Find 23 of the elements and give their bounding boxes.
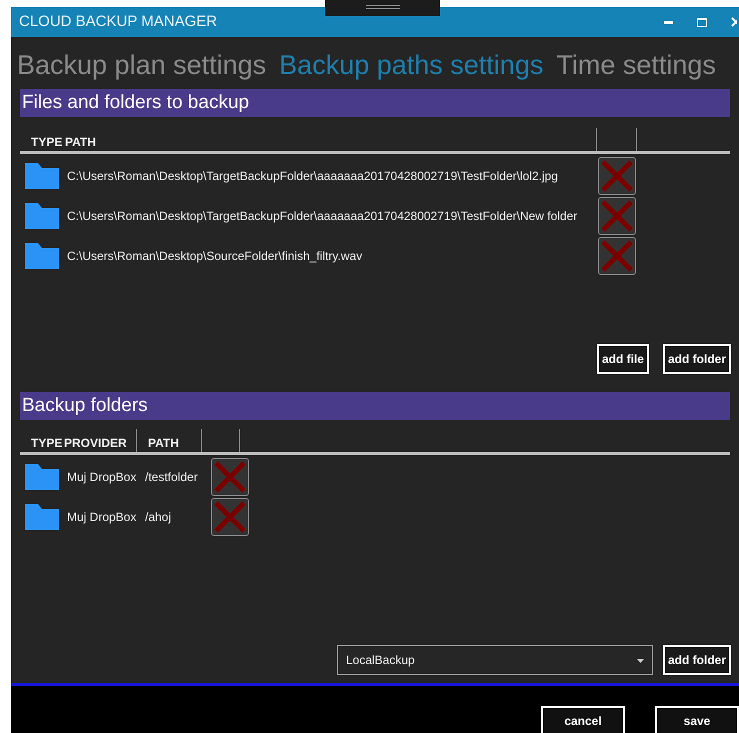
section-header: Backup folders xyxy=(20,392,730,420)
provider-cell-text: Muj DropBox xyxy=(67,509,138,526)
add-folder-button[interactable]: add folder xyxy=(662,645,731,675)
column-header: PROVIDER xyxy=(64,435,128,452)
tab[interactable]: Backup plan settings xyxy=(17,42,266,87)
add-button[interactable]: add file xyxy=(596,344,649,374)
tab[interactable]: Time settings xyxy=(556,42,716,87)
section-header: Files and folders to backup xyxy=(20,89,730,117)
path-cell-text: /ahoj xyxy=(145,509,172,526)
add-button[interactable]: add folder xyxy=(662,344,731,374)
provider-dropdown[interactable]: LocalBackup xyxy=(336,645,653,675)
footer-button[interactable]: save xyxy=(655,706,739,733)
column-header: TYPE xyxy=(30,134,64,151)
footer-button[interactable]: cancel xyxy=(541,706,625,733)
path-cell-text: C:\Users\Roman\Desktop\TargetBackupFolder\aaaaaaa20170428002719\TestFolder\lol2.jpg xyxy=(67,168,559,185)
path-cell-text: C:\Users\Roman\Desktop\SourceFolder\finish_filtry.wav xyxy=(67,248,364,265)
column-header: TYPE xyxy=(30,435,64,452)
path-cell-text: C:\Users\Roman\Desktop\TargetBackupFolder\aaaaaaa20170428002719\TestFolder\New folder xyxy=(67,208,578,225)
column-header: PATH xyxy=(136,429,201,452)
path-cell-text: /testfolder xyxy=(145,469,199,486)
provider-cell-text: Muj DropBox xyxy=(67,469,138,486)
column-header: PATH xyxy=(65,134,97,151)
window-title: CLOUD BACKUP MANAGER xyxy=(19,12,218,32)
